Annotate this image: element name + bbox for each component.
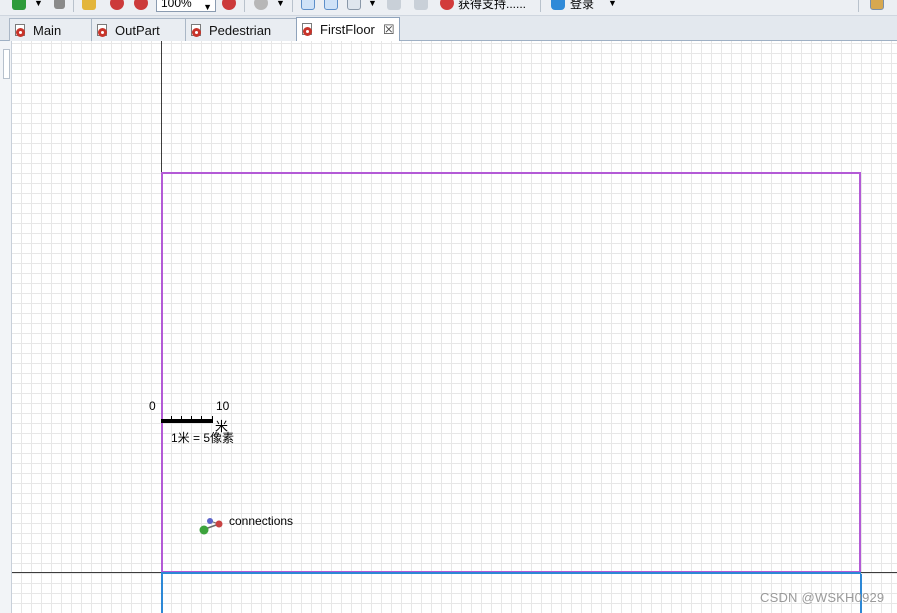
login-link[interactable]: 登录 [570,0,594,12]
zoom-reset-icon[interactable] [222,0,236,12]
agent-file-icon [191,23,203,37]
agent-file-icon [15,23,27,37]
run-dropdown-icon[interactable]: ▼ [34,0,43,12]
snap-to-grid-icon[interactable] [324,0,338,12]
editor-tab-bar: Main OutPart Pedestrian FirstFloor ☒ [0,16,897,41]
pan-hand-icon[interactable] [254,0,268,12]
panel-handle[interactable] [3,49,10,79]
perspective-icon[interactable] [870,0,884,12]
login-dropdown-icon[interactable]: ▼ [608,0,617,12]
connections-icon[interactable] [198,516,226,538]
scale-tick [201,416,202,419]
agent-file-icon [97,23,109,37]
selection-edge [161,574,163,613]
zoom-select[interactable]: 100% ▼ [156,0,216,12]
grid-toggle-icon[interactable] [301,0,315,12]
zoom-value: 100% [161,0,192,10]
tab-firstfloor[interactable]: FirstFloor ☒ [296,17,400,41]
distribute-icon[interactable] [414,0,428,12]
scale-ruler[interactable] [161,416,213,423]
left-panel-edge[interactable] [0,41,12,613]
scale-end-label: 10 [216,399,230,413]
layers-dropdown-icon[interactable]: ▼ [368,0,377,12]
support-icon[interactable] [440,0,454,12]
tab-main[interactable]: Main [9,18,92,41]
stop-icon[interactable] [54,0,65,12]
align-icon[interactable] [387,0,401,12]
graphical-editor-canvas[interactable]: 0 10 米 1米 = 5像素 connections CSDN @WSKH09… [12,41,897,613]
agent-file-icon [302,23,314,36]
zoom-in-icon[interactable] [134,0,148,12]
scale-ratio-label: 1米 = 5像素 [171,431,235,445]
toolbar-separator [73,0,74,12]
tab-pedestrian[interactable]: Pedestrian [185,18,297,41]
floor-rectangle[interactable] [161,172,861,573]
tab-label: Main [33,22,62,38]
tab-label: OutPart [115,22,160,38]
scale-tick [181,416,182,419]
chevron-down-icon: ▼ [203,2,212,12]
toolbar-separator [244,0,245,12]
watermark: CSDN @WSKH0929 [760,590,885,605]
toolbar: ▼ 100% ▼ ▼ ▼ 获得支持...... 登录 ▼ [0,0,897,16]
get-support-link[interactable]: 获得支持...... [458,0,526,12]
scale-start-label: 0 [149,399,156,413]
cloud-icon[interactable] [551,0,565,12]
selection-edge [161,572,861,574]
scale-tick [191,416,192,419]
tab-label: FirstFloor [320,22,375,37]
tab-label: Pedestrian [209,22,272,38]
close-icon[interactable]: ☒ [383,22,395,38]
toolbar-separator [858,0,859,12]
tab-outpart[interactable]: OutPart [91,18,186,41]
zoom-out-icon[interactable] [110,0,124,12]
toolbar-separator [292,0,293,12]
run-icon[interactable] [12,0,26,12]
pan-dropdown-icon[interactable]: ▼ [276,0,285,12]
layers-icon[interactable] [347,0,361,12]
toolbar-separator [540,0,541,12]
build-icon[interactable] [82,0,96,12]
scale-tick [212,416,213,419]
scale-tick [171,416,172,419]
connections-label[interactable]: connections [229,514,293,528]
